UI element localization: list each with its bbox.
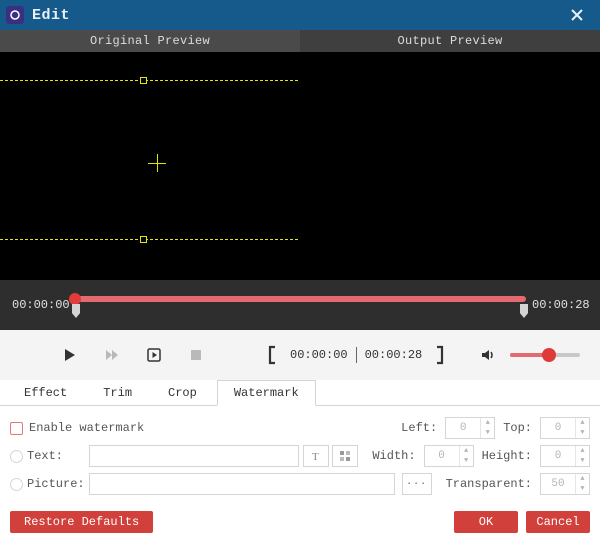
- app-icon: [6, 6, 24, 24]
- window-title: Edit: [32, 7, 70, 24]
- original-preview-label: Original Preview: [0, 30, 300, 52]
- step-frame-button[interactable]: [140, 341, 168, 369]
- timeline-playhead[interactable]: [69, 293, 81, 305]
- height-spinner[interactable]: 0 ▲▼: [540, 445, 590, 467]
- tab-trim[interactable]: Trim: [87, 381, 148, 405]
- color-button[interactable]: [332, 445, 358, 467]
- picture-radio[interactable]: [10, 478, 23, 491]
- left-spinner[interactable]: 0 ▲▼: [445, 417, 495, 439]
- height-label: Height:: [482, 449, 532, 463]
- tabs: Effect Trim Crop Watermark: [0, 380, 600, 406]
- crop-handle-n[interactable]: [140, 77, 147, 84]
- output-preview-label: Output Preview: [300, 30, 600, 52]
- enable-watermark-checkbox[interactable]: [10, 422, 23, 435]
- playback-controls: 00:00:00 00:00:28: [0, 330, 600, 380]
- set-range-end-button[interactable]: [430, 341, 450, 369]
- timeline-start-marker[interactable]: [72, 304, 80, 318]
- play-button[interactable]: [56, 341, 84, 369]
- timeline-row: 00:00:00 00:00:28: [0, 280, 600, 330]
- titlebar: Edit: [0, 0, 600, 30]
- watermark-picture-input[interactable]: [89, 473, 395, 495]
- text-label: Text:: [23, 449, 85, 463]
- original-preview-pane: Original Preview: [0, 30, 300, 280]
- timeline-progress: [74, 296, 526, 302]
- enable-watermark-label: Enable watermark: [29, 421, 144, 435]
- output-preview-body: [300, 52, 600, 280]
- svg-text:T: T: [312, 451, 319, 463]
- range-start-time: 00:00:00: [286, 348, 352, 362]
- cancel-button[interactable]: Cancel: [526, 511, 590, 533]
- transparent-spinner[interactable]: 50 ▲▼: [540, 473, 590, 495]
- watermark-panel: Enable watermark Left: 0 ▲▼ Top: 0 ▲▼ Te…: [0, 406, 600, 502]
- watermark-text-input[interactable]: [89, 445, 299, 467]
- top-spinner[interactable]: 0 ▲▼: [540, 417, 590, 439]
- output-preview-pane: Output Preview: [300, 30, 600, 280]
- text-radio[interactable]: [10, 450, 23, 463]
- tab-watermark[interactable]: Watermark: [217, 380, 316, 406]
- volume-slider[interactable]: [510, 350, 580, 360]
- timeline-track[interactable]: [74, 290, 526, 320]
- crop-handle-s[interactable]: [140, 236, 147, 243]
- range-end-time: 00:00:28: [361, 348, 427, 362]
- set-range-start-button[interactable]: [262, 341, 282, 369]
- crop-overlay[interactable]: [0, 80, 300, 240]
- volume-icon[interactable]: [474, 341, 502, 369]
- fast-forward-button[interactable]: [98, 341, 126, 369]
- left-label: Left:: [401, 421, 437, 435]
- browse-picture-button[interactable]: ···: [402, 473, 432, 495]
- timeline-duration: 00:00:28: [532, 298, 588, 312]
- original-preview-body[interactable]: [0, 52, 300, 280]
- top-label: Top:: [503, 421, 532, 435]
- bottom-bar: Restore Defaults OK Cancel: [0, 502, 600, 542]
- ok-button[interactable]: OK: [454, 511, 518, 533]
- range-separator: [356, 347, 357, 363]
- tab-crop[interactable]: Crop: [152, 381, 213, 405]
- stop-button[interactable]: [182, 341, 210, 369]
- restore-defaults-button[interactable]: Restore Defaults: [10, 511, 153, 533]
- timeline-end-marker[interactable]: [520, 304, 528, 318]
- close-button[interactable]: [560, 0, 594, 30]
- timeline-current-time: 00:00:00: [12, 298, 68, 312]
- preview-area: Original Preview Output Preview: [0, 30, 600, 280]
- font-button[interactable]: T: [303, 445, 329, 467]
- transparent-label: Transparent:: [446, 477, 532, 491]
- picture-label: Picture:: [23, 477, 85, 491]
- width-label: Width:: [372, 449, 415, 463]
- width-spinner[interactable]: 0 ▲▼: [424, 445, 474, 467]
- tab-effect[interactable]: Effect: [8, 381, 83, 405]
